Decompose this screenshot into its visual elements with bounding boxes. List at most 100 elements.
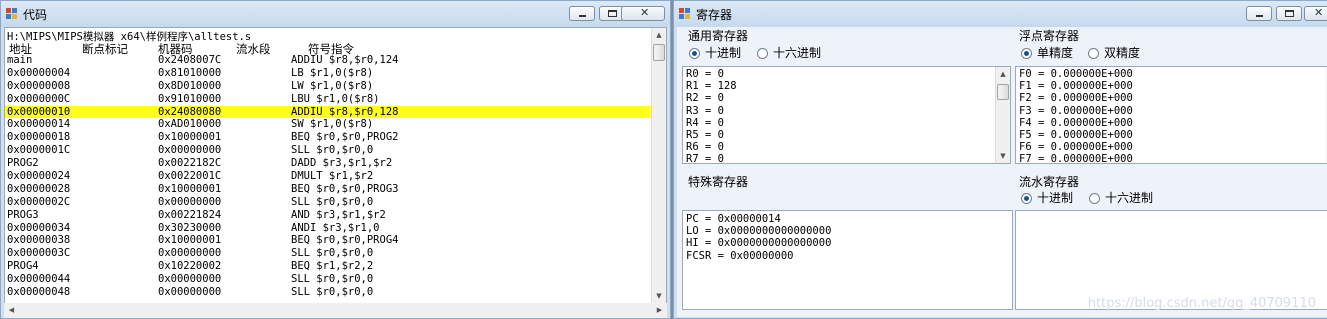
code-window-titlebar[interactable]: 代码 ✕ [1,1,670,27]
row-address: 0x00000044 [7,273,71,286]
register-value: R7 = 0 [686,153,724,164]
float-registers-list[interactable]: F0 = 0.000000E+000 F1 = 0.000000E+000 F2 =… [1015,66,1327,164]
code-vertical-scrollbar[interactable]: ▲ ▼ [651,28,666,303]
row-address: 0x00000004 [7,66,71,79]
register-value: F7 = 0.000000E+000 [1019,153,1133,164]
register-value: PC = 0x00000014 [686,213,781,225]
scroll-thumb[interactable] [997,84,1009,100]
code-row-current[interactable]: 0x00000010 0x24080080 ADDIU $r8,$r0,128 [5,105,651,119]
register-value: R2 = 0 [686,92,724,105]
row-machine-code: 0x00221824 [158,208,222,221]
float-registers-title: 浮点寄存器 [1019,29,1080,43]
code-row[interactable]: 0x00000038 0x10000001 BEQ $r0,$r0,PROG4 [5,234,651,247]
row-address: 0x00000048 [7,286,71,299]
code-row[interactable]: 0x00000044 0x00000000 SLL $r0,$r0,0 [5,273,651,286]
close-icon: ✕ [1314,6,1324,19]
register-panel: 通用寄存器 十进制 十六进制 R0 = 0 R1 = 128 R2 = 0 R3 = … [677,27,1327,317]
float-radio-single[interactable]: 单精度 [1021,44,1073,61]
file-path: H:\MIPS\MIPS模拟器 x64\样例程序\alltest.s [7,31,252,43]
general-radio-decimal[interactable]: 十进制 [689,44,741,61]
row-machine-code: 0x30230000 [158,221,222,234]
code-row[interactable]: 0x00000048 0x00000000 SLL $r0,$r0,0 [5,286,651,299]
code-row[interactable]: 0x00000014 0xAD010000 SW $r1,0($r8) [5,118,651,131]
row-machine-code: 0x10220002 [158,260,222,273]
general-registers-list[interactable]: R0 = 0 R1 = 128 R2 = 0 R3 = 0 R4 = 0 R5 = 0 R6… [682,66,1011,164]
maximize-button[interactable] [1276,6,1302,21]
minimize-button[interactable] [1246,6,1272,21]
code-window: 代码 ✕ H:\MIPS\MIPS模拟器 x64\样例程序\alltest.s … [0,0,671,319]
row-address: 0x00000024 [7,170,71,183]
row-instruction: SLL $r0,$r0,0 [291,144,374,157]
code-row[interactable]: 0x00000004 0x81010000 LB $r1,0($r8) [5,67,651,80]
pipeline-registers-title: 流水寄存器 [1019,175,1080,189]
register-value: HI = 0x0000000000000000 [686,237,832,250]
register-window: 寄存器 ✕ 通用寄存器 十进制 十六进制 R0 = 0 R1 = 128 R2 = … [673,0,1327,319]
float-radio-double[interactable]: 双精度 [1088,44,1140,61]
register-value: F0 = 0.000000E+000 [1019,68,1133,80]
radio-icon [1089,193,1100,204]
special-registers-list[interactable]: PC = 0x00000014 LO = 0x0000000000000000 HI… [682,210,1013,310]
code-row[interactable]: 0x0000003C 0x00000000 SLL $r0,$r0,0 [5,247,651,260]
code-row[interactable]: 0x0000001C 0x00000000 SLL $r0,$r0,0 [5,144,651,157]
row-instruction: ANDI $r3,$r1,0 [291,221,380,234]
scroll-down-icon[interactable]: ▼ [652,289,666,303]
row-machine-code: 0x00000000 [158,247,222,260]
row-machine-code: 0x00000000 [158,195,222,208]
scroll-up-icon[interactable]: ▲ [652,28,666,42]
general-registers-scrollbar[interactable]: ▲ ▼ [995,67,1010,163]
scroll-down-icon[interactable]: ▼ [996,149,1010,163]
code-row[interactable]: 0x0000002C 0x00000000 SLL $r0,$r0,0 [5,196,651,209]
row-instruction: BEQ $r0,$r0,PROG4 [291,234,399,247]
register-value: F5 = 0.000000E+000 [1019,128,1133,141]
code-row[interactable]: 0x00000034 0x30230000 ANDI $r3,$r1,0 [5,222,651,235]
row-instruction: AND $r3,$r1,$r2 [291,208,386,221]
code-rows: main 0x2408007C ADDIU $r8,$r0,124 0x0000000… [5,54,651,299]
app-icon [6,8,18,19]
scroll-right-icon[interactable]: ▶ [652,303,667,318]
close-button[interactable]: ✕ [1304,6,1327,21]
maximize-icon [608,10,617,17]
row-address: 0x0000001C [7,144,71,157]
code-row[interactable]: 0x00000008 0x8D010000 LW $r1,0($r8) [5,80,651,93]
row-instruction: SLL $r0,$r0,0 [291,273,374,286]
row-machine-code: 0x81010000 [158,66,222,79]
row-address: 0x00000010 [7,105,71,118]
row-instruction: DMULT $r1,$r2 [291,170,374,183]
pipeline-radio-hex[interactable]: 十六进制 [1089,189,1153,206]
watermark: https://blog.csdn.net/qq_40709110 [1087,296,1316,311]
code-listing[interactable]: H:\MIPS\MIPS模拟器 x64\样例程序\alltest.s 地址 断点… [4,27,667,304]
radio-selected-icon [1021,48,1032,59]
code-row[interactable]: main 0x2408007C ADDIU $r8,$r0,124 [5,54,651,67]
scroll-thumb[interactable] [653,44,665,61]
register-value: F6 = 0.000000E+000 [1019,141,1133,154]
pipeline-registers-list[interactable] [1015,210,1327,310]
register-value: FCSR = 0x00000000 [686,249,794,262]
register-value: R1 = 128 [686,80,737,93]
code-row[interactable]: PROG4 0x10220002 BEQ $r1,$r2,2 [5,260,651,273]
general-radio-hex[interactable]: 十六进制 [757,44,821,61]
row-machine-code: 0x0022182C [158,157,222,170]
register-window-titlebar[interactable]: 寄存器 ✕ [674,1,1327,27]
register-value: F1 = 0.000000E+000 [1019,80,1133,93]
code-row[interactable]: PROG2 0x0022182C DADD $r3,$r1,$r2 [5,157,651,170]
minimize-button[interactable] [569,6,595,21]
code-row[interactable]: 0x00000024 0x0022001C DMULT $r1,$r2 [5,170,651,183]
code-row[interactable]: 0x0000000C 0x91010000 LBU $r1,0($r8) [5,93,651,106]
row-machine-code: 0x2408007C [158,54,222,66]
radio-icon [1088,48,1099,59]
close-button[interactable]: ✕ [621,6,665,21]
scroll-left-icon[interactable]: ◀ [4,303,19,318]
register-value: R6 = 0 [686,141,724,154]
code-horizontal-scrollbar[interactable]: ◀ ▶ [4,303,667,318]
scroll-up-icon[interactable]: ▲ [996,67,1010,81]
row-instruction: SW $r1,0($r8) [291,118,374,131]
code-row[interactable]: 0x00000028 0x10000001 BEQ $r0,$r0,PROG3 [5,183,651,196]
code-row[interactable]: 0x00000018 0x10000001 BEQ $r0,$r0,PROG2 [5,131,651,144]
row-address: 0x00000014 [7,118,71,131]
row-machine-code: 0x00000000 [158,144,222,157]
code-row[interactable]: PROG3 0x00221824 AND $r3,$r1,$r2 [5,209,651,222]
row-instruction: SLL $r0,$r0,0 [291,286,374,299]
row-address: PROG2 [7,157,39,170]
minimize-icon [579,15,586,17]
pipeline-radio-decimal[interactable]: 十进制 [1021,189,1073,206]
